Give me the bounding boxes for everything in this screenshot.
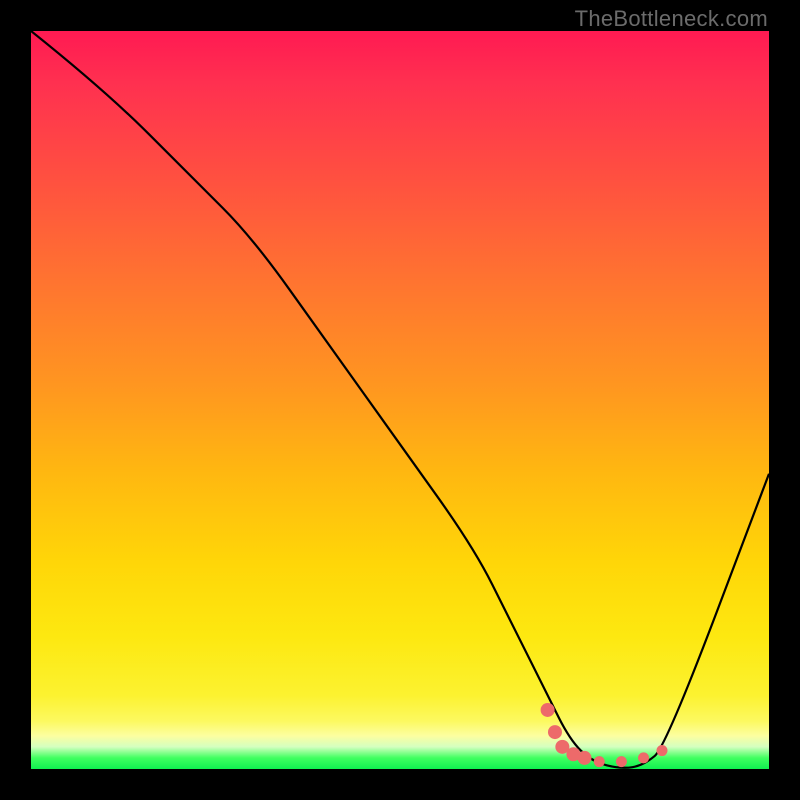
- chart-marker: [656, 745, 667, 756]
- chart-marker: [638, 752, 649, 763]
- chart-plot-area: [31, 31, 769, 769]
- watermark-text: TheBottleneck.com: [575, 6, 768, 32]
- chart-marker: [578, 751, 592, 765]
- chart-marker: [541, 703, 555, 717]
- chart-line-curve: [31, 31, 769, 768]
- chart-marker: [616, 756, 627, 767]
- chart-marker-points: [541, 703, 668, 767]
- chart-marker: [594, 756, 605, 767]
- chart-svg: [31, 31, 769, 769]
- chart-marker: [548, 725, 562, 739]
